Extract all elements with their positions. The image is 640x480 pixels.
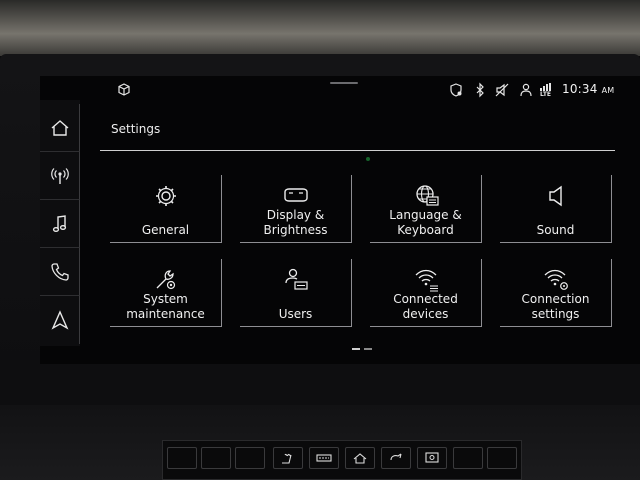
title-divider (100, 150, 615, 151)
home-outline-icon (353, 453, 367, 464)
tile-users[interactable]: Users (240, 259, 352, 327)
climate-defrost-button[interactable] (309, 447, 339, 469)
tile-system-maintenance[interactable]: System maintenance (110, 259, 222, 327)
rail-home[interactable] (40, 104, 80, 152)
clock-suffix: AM (601, 86, 615, 95)
climate-button-1[interactable] (167, 447, 197, 469)
rail-media[interactable] (40, 200, 80, 248)
climate-control-panel (162, 440, 522, 480)
location-shield-icon (448, 82, 464, 98)
navigation-arrow-icon (51, 310, 68, 330)
tile-label-line2: Keyboard (397, 223, 454, 237)
wrench-gear-icon (156, 270, 175, 290)
tile-label-line1: General (141, 223, 190, 237)
climate-button-10[interactable] (487, 447, 517, 469)
antenna-icon (50, 167, 69, 184)
pull-down-handle[interactable] (330, 82, 358, 84)
tile-label-line2: maintenance (126, 307, 205, 321)
climate-screen-button[interactable] (417, 447, 447, 469)
tile-label-line1: Users (278, 307, 313, 321)
climate-button-9[interactable] (453, 447, 483, 469)
home-icon (51, 119, 68, 136)
music-note-icon (52, 214, 66, 232)
lte-label: LTE (540, 91, 552, 98)
rail-navigation[interactable] (40, 296, 80, 344)
tile-label-line1: Language & (389, 208, 462, 222)
tile-label-line1: Sound (536, 223, 575, 237)
tile-connected-devices[interactable]: Connected devices (370, 259, 482, 327)
nav-rail (40, 100, 80, 346)
wifi-gear-icon (544, 269, 568, 290)
tile-language-keyboard[interactable]: Language & Keyboard (370, 175, 482, 243)
page-indicator-2[interactable] (364, 348, 372, 350)
climate-seat-heat-button[interactable] (273, 447, 303, 469)
tile-label-line1: Display & (266, 208, 325, 222)
bluetooth-icon (472, 82, 488, 98)
rail-phone[interactable] (40, 248, 80, 296)
recirculation-icon (390, 453, 402, 461)
screen-icon (425, 452, 439, 463)
defrost-icon (316, 454, 332, 462)
tile-label-line1: Connection (521, 292, 590, 306)
gear-icon (155, 186, 176, 206)
wifi-devices-icon (415, 269, 438, 292)
page-title: Settings (111, 122, 161, 136)
globe-keyboard-icon (415, 185, 439, 206)
cube-icon[interactable] (116, 82, 132, 98)
tile-label-line1: Connected (393, 292, 458, 306)
display-icon (283, 188, 308, 202)
screen-reflection (366, 157, 370, 161)
page-indicator-1[interactable] (352, 348, 360, 350)
muted-speaker-icon (494, 82, 510, 98)
tile-sound[interactable]: Sound (500, 175, 612, 243)
seat-heat-icon (282, 453, 292, 464)
lte-signal-icon: LTE (538, 82, 558, 98)
speaker-icon (548, 185, 562, 207)
rail-radio[interactable] (40, 152, 80, 200)
dashboard-trim (0, 0, 640, 56)
clock: 10:34 AM (562, 82, 614, 96)
climate-button-2[interactable] (201, 447, 231, 469)
phone-icon (50, 262, 69, 281)
tile-general[interactable]: General (110, 175, 222, 243)
climate-home-button[interactable] (345, 447, 375, 469)
clock-time: 10:34 (562, 82, 598, 96)
tile-label-line2: settings (531, 307, 580, 321)
user-icon (518, 82, 534, 98)
tile-label-line1: System (143, 292, 188, 306)
tile-connection-settings[interactable]: Connection settings (500, 259, 612, 327)
tile-label-line2: devices (402, 307, 449, 321)
climate-button-3[interactable] (235, 447, 265, 469)
climate-recirculation-button[interactable] (381, 447, 411, 469)
user-card-icon (284, 268, 308, 290)
tile-label-line2: Brightness (263, 223, 328, 237)
tile-display-brightness[interactable]: Display & Brightness (240, 175, 352, 243)
